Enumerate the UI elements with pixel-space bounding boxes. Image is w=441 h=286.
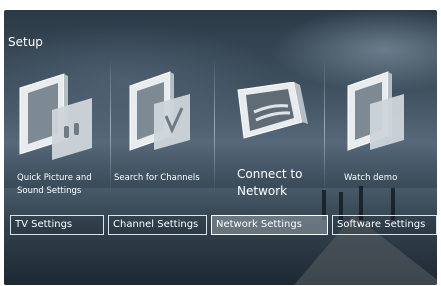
tile-label-line: Connect to [237, 167, 303, 181]
tile-label-line: Search for Channels [114, 173, 200, 183]
tile-label-line: Watch demo [344, 173, 398, 183]
tile-label-line: Network [237, 184, 288, 198]
tile-label-line: Sound Settings [17, 186, 82, 196]
tile-search-channels[interactable] [126, 70, 196, 162]
setup-screen: Setup Quick Picture and Sound Settings S… [4, 10, 437, 285]
divider [214, 57, 215, 194]
tile-watch-demo[interactable] [344, 70, 410, 162]
tv-demo-icon [344, 70, 410, 162]
button-label: Channel Settings [113, 219, 199, 230]
divider [110, 57, 111, 194]
channel-settings-button[interactable]: Channel Settings [108, 215, 207, 235]
button-label: Software Settings [337, 219, 426, 230]
tile-label-watch-demo: Watch demo [344, 172, 397, 185]
tv-picture-sound-icon [14, 70, 96, 162]
tv-search-channels-icon [126, 70, 196, 162]
tile-label-quick-picture: Quick Picture and Sound Settings [17, 172, 92, 198]
network-settings-button[interactable]: Network Settings [211, 215, 328, 235]
software-settings-button[interactable]: Software Settings [332, 215, 437, 235]
button-label: Network Settings [216, 219, 302, 230]
page-title: Setup [8, 35, 43, 49]
divider [324, 57, 325, 194]
tile-label-connect-network: Connect to Network [237, 166, 302, 200]
tv-network-icon [232, 82, 312, 142]
tile-label-search-channels: Search for Channels [114, 172, 200, 185]
button-label: TV Settings [15, 219, 73, 230]
tile-quick-picture-sound[interactable] [14, 70, 96, 162]
tile-label-line: Quick Picture and [17, 173, 92, 183]
tile-connect-network[interactable] [232, 70, 312, 142]
tv-settings-button[interactable]: TV Settings [10, 215, 104, 235]
